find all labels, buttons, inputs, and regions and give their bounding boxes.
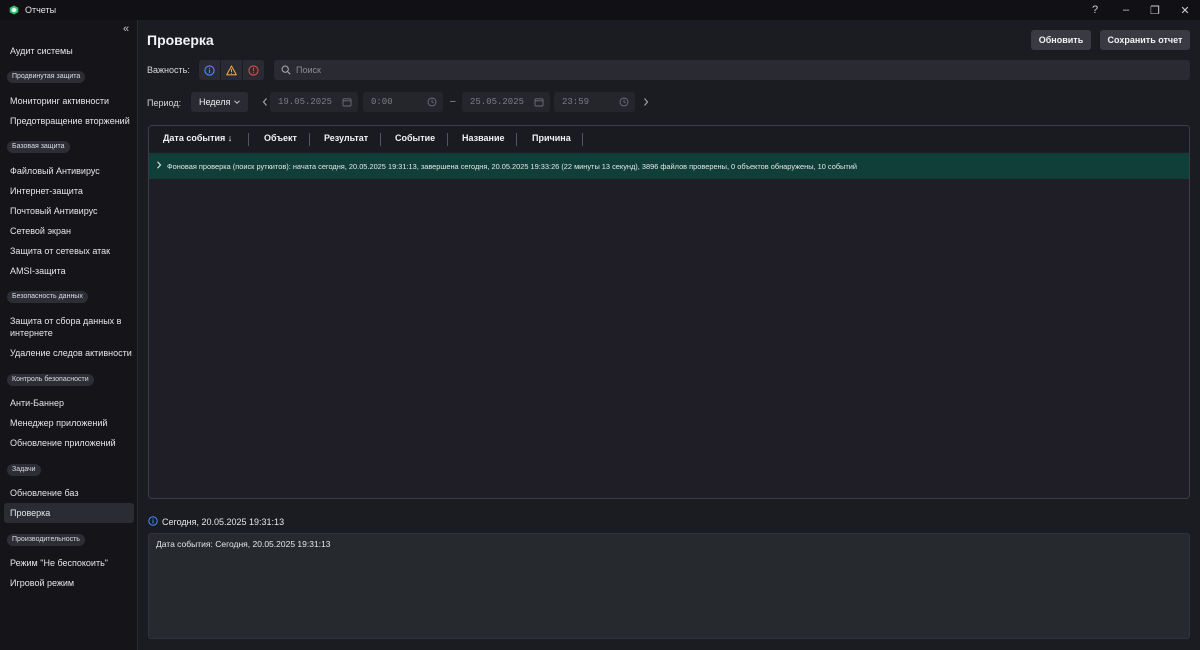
time-from-field[interactable]: 0:00 — [363, 92, 443, 112]
info-icon — [204, 64, 215, 76]
next-period-button[interactable] — [640, 94, 652, 110]
sidebar-item-network-attack-blocker[interactable]: Защита от сетевых атак — [10, 245, 134, 257]
sidebar-item-gaming-mode[interactable]: Игровой режим — [10, 577, 134, 589]
search-box[interactable] — [274, 60, 1190, 80]
column-divider[interactable] — [582, 133, 583, 146]
column-divider[interactable] — [516, 133, 517, 146]
sidebar-group-data-security: Безопасность данных — [7, 291, 88, 303]
sidebar-group-security-control: Контроль безопасности — [7, 374, 94, 386]
detail-title: Сегодня, 20.05.2025 19:31:13 — [162, 517, 285, 527]
sidebar-group-performance: Производительность — [7, 534, 85, 546]
date-from-value: 19.05.2025 — [278, 97, 333, 107]
column-reason[interactable]: Причина — [532, 133, 571, 143]
maximize-button[interactable]: ❐ — [1141, 2, 1169, 18]
minimize-button[interactable]: – — [1112, 2, 1140, 18]
sidebar-group-advanced-protection: Продвинутая защита — [7, 71, 86, 83]
search-input[interactable] — [296, 63, 1176, 77]
column-event[interactable]: Событие — [395, 133, 435, 143]
detail-text: Дата события: Сегодня, 20.05.2025 19:31:… — [156, 539, 331, 549]
chevron-down-icon — [234, 100, 240, 104]
severity-warning-toggle[interactable] — [221, 60, 242, 80]
date-to-field[interactable]: 25.05.2025 — [462, 92, 550, 112]
collapse-sidebar-button[interactable]: « — [118, 22, 134, 36]
time-from-value: 0:00 — [371, 97, 393, 107]
column-object[interactable]: Объект — [264, 133, 297, 143]
sidebar-item-anti-banner[interactable]: Анти-Баннер — [10, 397, 134, 409]
sidebar-item-data-collection-protection[interactable]: Защита от сбора данных в интернете — [10, 315, 134, 339]
sidebar-item-mail-antivirus[interactable]: Почтовый Антивирус — [10, 205, 134, 217]
help-button[interactable]: ? — [1081, 2, 1109, 18]
chevron-right-icon — [644, 98, 649, 106]
sidebar-item-app-updates[interactable]: Обновление приложений — [10, 437, 134, 449]
column-divider[interactable] — [447, 133, 448, 146]
save-report-button[interactable]: Сохранить отчет — [1100, 30, 1190, 50]
date-from-field[interactable]: 19.05.2025 — [270, 92, 358, 112]
column-divider[interactable] — [309, 133, 310, 146]
search-icon — [281, 65, 291, 75]
sidebar-group-tasks: Задачи — [7, 464, 41, 476]
window-title: Отчеты — [25, 5, 57, 15]
table-row[interactable]: Фоновая проверка (поиск руткитов): начат… — [149, 153, 1189, 179]
time-to-field[interactable]: 23:59 — [554, 92, 635, 112]
column-divider[interactable] — [248, 133, 249, 146]
clock-icon — [619, 97, 629, 107]
sidebar-item-file-antivirus[interactable]: Файловый Антивирус — [10, 165, 134, 177]
calendar-icon — [342, 98, 352, 107]
sidebar-item-activity-monitor[interactable]: Мониторинг активности — [10, 95, 134, 107]
period-select[interactable]: Неделя — [191, 92, 248, 112]
column-result[interactable]: Результат — [324, 133, 368, 143]
table-header: Дата события ↓ Объект Результат Событие … — [149, 126, 1189, 152]
sidebar-item-scan[interactable]: Проверка — [4, 503, 134, 523]
sidebar-item-database-update[interactable]: Обновление баз — [10, 487, 134, 499]
sidebar-item-amsi-protection[interactable]: AMSI-защита — [10, 265, 134, 277]
column-event-date[interactable]: Дата события ↓ — [163, 133, 232, 143]
column-name[interactable]: Название — [462, 133, 504, 143]
period-value: Неделя — [199, 97, 231, 107]
sidebar-item-firewall[interactable]: Сетевой экран — [10, 225, 134, 237]
sidebar-item-system-audit[interactable]: Аудит системы — [10, 45, 134, 57]
severity-label: Важность: — [147, 65, 190, 75]
page-title: Проверка — [147, 32, 214, 48]
calendar-icon — [534, 98, 544, 107]
sidebar-item-web-protection[interactable]: Интернет-защита — [10, 185, 134, 197]
clock-icon — [427, 97, 437, 107]
title-bar — [0, 0, 1200, 20]
detail-panel: Дата события: Сегодня, 20.05.2025 19:31:… — [148, 533, 1190, 639]
severity-info-toggle[interactable] — [199, 60, 220, 80]
date-to-value: 25.05.2025 — [470, 97, 525, 107]
period-label: Период: — [147, 98, 182, 108]
critical-icon — [248, 64, 259, 76]
refresh-button[interactable]: Обновить — [1031, 30, 1091, 50]
sidebar-item-do-not-disturb[interactable]: Режим "Не беспокоить" — [10, 557, 134, 569]
app-logo-icon — [9, 5, 19, 15]
sidebar-item-intrusion-prevention[interactable]: Предотвращение вторжений — [10, 115, 134, 127]
column-divider[interactable] — [380, 133, 381, 146]
chevron-right-icon[interactable] — [155, 160, 163, 170]
sidebar-item-activity-traces-cleaner[interactable]: Удаление следов активности — [10, 347, 134, 359]
chevron-left-icon — [262, 98, 267, 106]
sidebar-item-app-manager[interactable]: Менеджер приложений — [10, 417, 134, 429]
severity-critical-toggle[interactable] — [243, 60, 264, 80]
close-button[interactable]: ✕ — [1171, 2, 1199, 18]
time-to-value: 23:59 — [562, 97, 590, 107]
warning-icon — [226, 64, 237, 75]
date-range-separator: – — [450, 96, 456, 107]
events-table: Дата события ↓ Объект Результат Событие … — [148, 125, 1190, 499]
info-icon — [148, 516, 158, 526]
table-row-text: Фоновая проверка (поиск руткитов): начат… — [167, 162, 858, 171]
sidebar-group-basic-protection: Базовая защита — [7, 141, 70, 153]
